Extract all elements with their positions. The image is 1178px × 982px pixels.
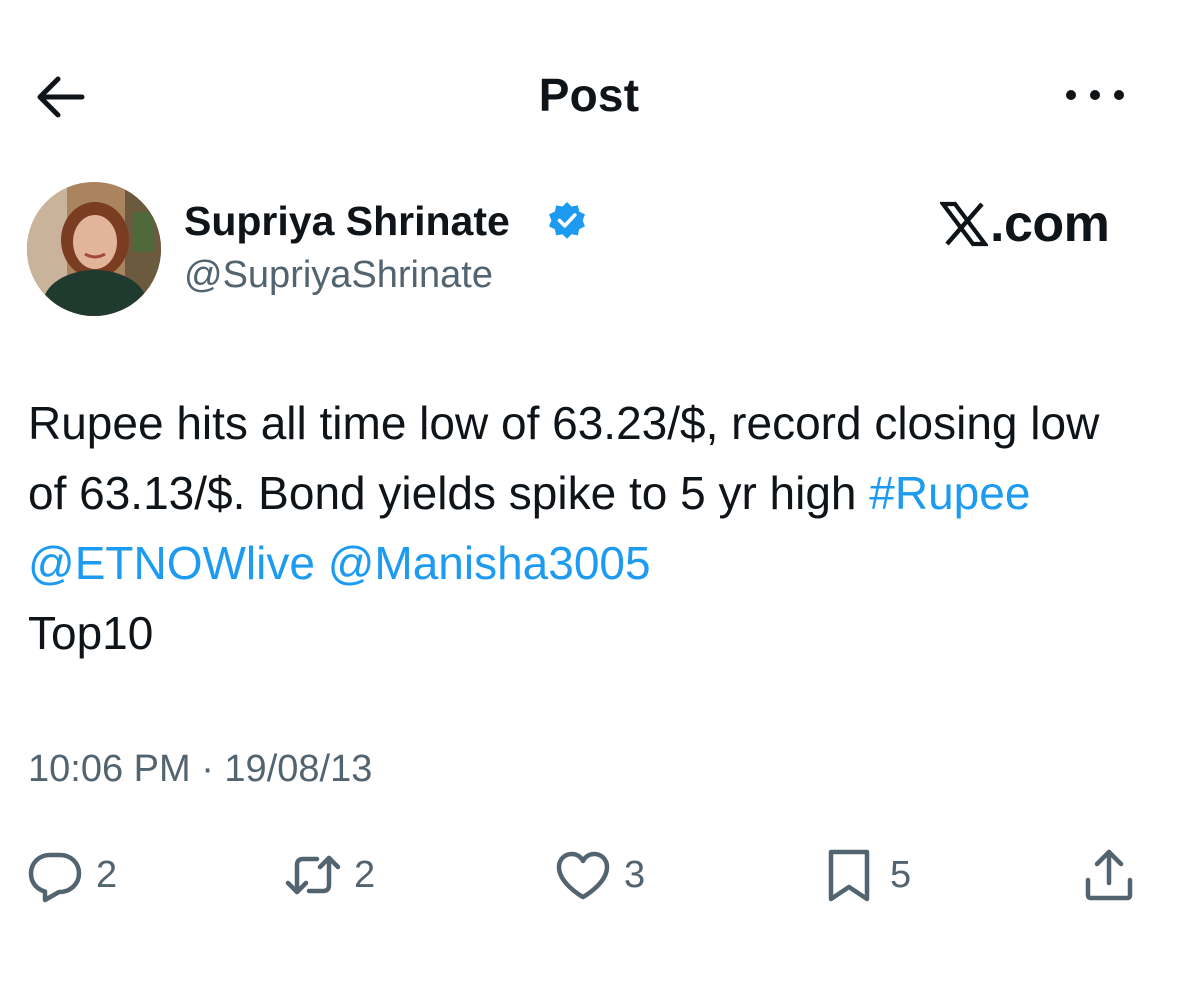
repost-button[interactable]: 2 [284,835,375,915]
brand-text: .com [990,195,1110,253]
more-options-button[interactable] [1060,78,1130,112]
reply-icon [28,852,82,903]
bookmark-icon [828,849,870,902]
bookmark-count: 5 [890,853,912,896]
page-title: Post [538,69,640,121]
action-bar: 2 2 3 5 [0,835,1178,915]
post-text-tail: Top10 [28,607,154,659]
x-logo-icon [940,201,988,247]
reply-count: 2 [96,853,118,896]
header: Post [0,0,1178,190]
mention-link[interactable]: @ETNOWlive [28,537,315,589]
avatar[interactable] [27,182,161,316]
bookmark-button[interactable]: 5 [820,835,911,915]
repost-count: 2 [354,853,376,896]
mention-link[interactable]: @Manisha3005 [328,537,651,589]
heart-icon [556,851,610,900]
next-section-cutoff [0,968,1178,982]
repost-icon [285,855,341,895]
like-count: 3 [624,853,646,896]
post-text: Rupee hits all time low of 63.23/$, reco… [28,388,1148,668]
share-button[interactable] [1080,835,1138,915]
x-brand-watermark: .com [940,195,1130,253]
reply-button[interactable]: 2 [26,835,117,915]
profile-photo [27,182,161,316]
post-page: Post Supriya Shrinate @SupriyaShrinate .… [0,0,1178,982]
author-handle[interactable]: @SupriyaShrinate [184,254,493,297]
more-horizontal-icon [1066,90,1124,100]
hashtag-link[interactable]: #Rupee [869,467,1030,519]
post-timestamp[interactable]: 10:06 PM · 19/08/13 [28,748,372,791]
author-name[interactable]: Supriya Shrinate [184,198,510,245]
like-button[interactable]: 3 [554,835,645,915]
verified-badge-icon [549,202,585,239]
share-icon [1085,849,1133,901]
